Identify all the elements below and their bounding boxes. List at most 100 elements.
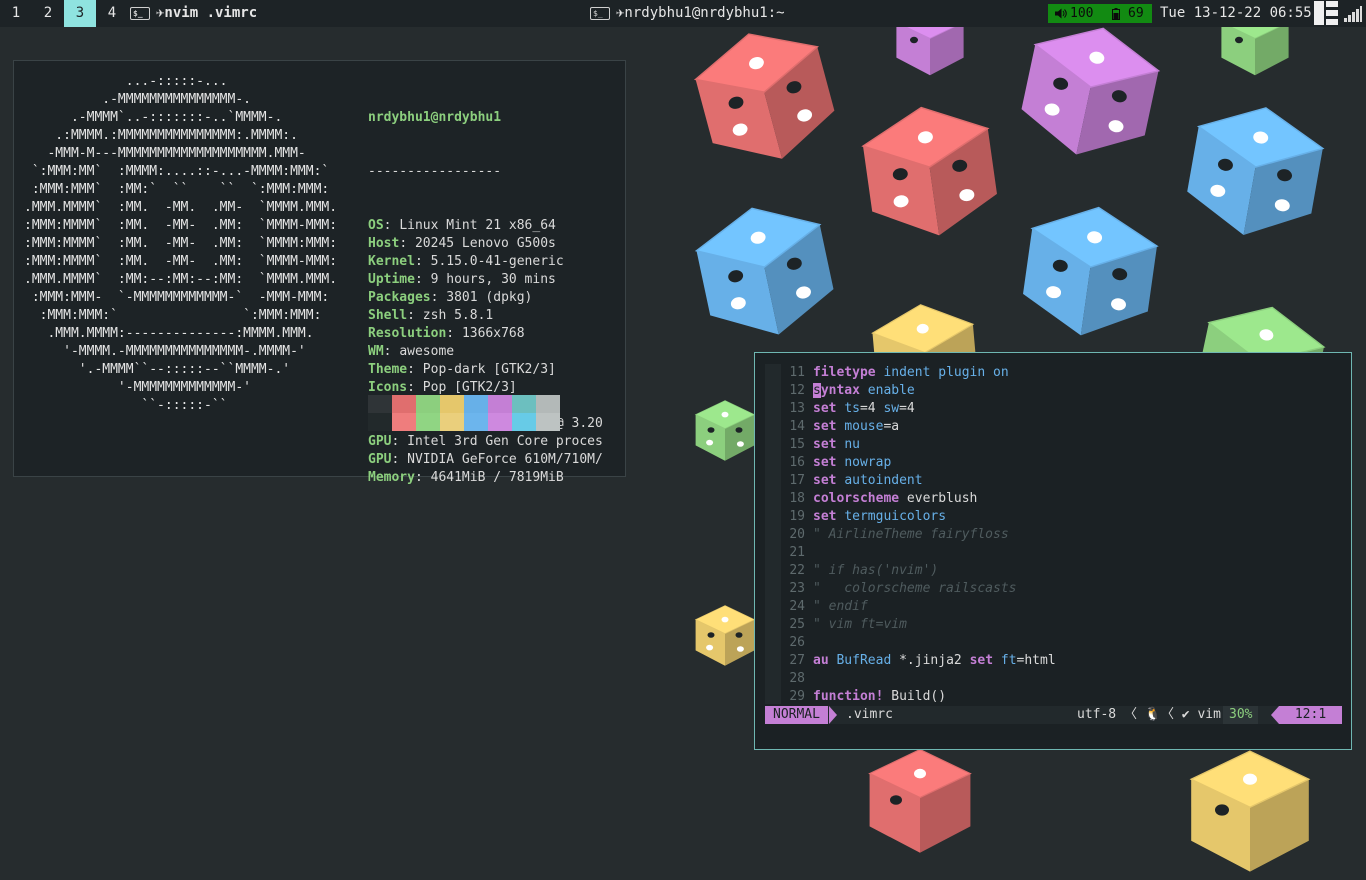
code-token: =a: [883, 419, 900, 434]
info-row: WM: awesome: [368, 344, 455, 359]
battery-icon: [1112, 8, 1120, 20]
palette-swatch: [368, 413, 392, 431]
code-token: =4: [859, 401, 884, 416]
line-number: 16: [789, 455, 805, 470]
workspace-tag-2[interactable]: 2: [32, 0, 64, 27]
code-token: " colorscheme railscasts: [813, 581, 1017, 596]
code-token: indent plugin on: [883, 365, 1009, 380]
palette-swatch: [392, 395, 416, 413]
code-token: function!: [813, 689, 884, 704]
code-token: termguicolors: [844, 509, 947, 524]
line-number: 24: [789, 599, 805, 614]
code-line[interactable]: 13 set ts=4 sw=4: [781, 400, 915, 418]
tasklist-item[interactable]: $_ ✈nvim .vimrc: [130, 0, 257, 27]
line-number: 21: [789, 545, 805, 560]
top-panel: 1 2 3 4 $_ ✈nvim .vimrc $_ ✈nrdybhu1@nrdyb…: [0, 0, 1366, 27]
info-row: Host: 20245 Lenovo G500s: [368, 236, 556, 251]
code-line[interactable]: 19 set termguicolors: [781, 508, 946, 526]
ascii-logo-line: '.-MMMM``--:::::--``MMMM-.': [24, 362, 291, 377]
info-value: 5.15.0-41-generic: [430, 254, 564, 269]
code-token: *.jinja2: [891, 653, 970, 668]
ascii-logo-line: -MMM-M---MMMMMMMMMMMMMMMMMMM.MMM-: [24, 146, 306, 161]
code-line[interactable]: 17 set autoindent: [781, 472, 922, 490]
line-number: 17: [789, 473, 805, 488]
code-line[interactable]: 25 " vim ft=vim: [781, 616, 907, 634]
speaker-icon: [1055, 8, 1067, 19]
code-token: s: [813, 383, 821, 398]
code-token: =html: [1016, 653, 1056, 668]
clock[interactable]: Tue 13-12-22 06:55: [1160, 0, 1312, 27]
code-line[interactable]: 20 " AirlineTheme fairyfloss: [781, 526, 1008, 544]
code-line[interactable]: 21: [781, 544, 813, 562]
code-line[interactable]: 14 set mouse=a: [781, 418, 899, 436]
code-line[interactable]: 12 syntax enable: [781, 382, 915, 400]
info-row: GPU: NVIDIA GeForce 610M/710M/: [368, 452, 603, 467]
code-token: mouse: [844, 419, 884, 434]
info-value: 4641MiB / 7819MiB: [430, 470, 564, 485]
line-number: 19: [789, 509, 805, 524]
statusline-filetype-info: utf-8 〈 🐧〈 ✔ vim: [1077, 707, 1221, 722]
code-line[interactable]: 27 au BufRead *.jinja2 set ft=html: [781, 652, 1056, 670]
volume-battery-widget[interactable]: 100 69: [1048, 4, 1152, 23]
info-key: Packages: [368, 290, 431, 305]
info-key: Kernel: [368, 254, 415, 269]
code-line[interactable]: 11 filetype indent plugin on: [781, 364, 1009, 382]
layout-tile-icon[interactable]: [1314, 1, 1338, 25]
code-line[interactable]: 28: [781, 670, 813, 688]
ascii-logo-line: '-MMMM.-MMMMMMMMMMMMMMM-.MMMM-': [24, 344, 306, 359]
code-token: nu: [844, 437, 860, 452]
dice-wallpaper-icon: [861, 106, 997, 236]
palette-swatch: [536, 395, 560, 413]
info-row: Theme: Pop-dark [GTK2/3]: [368, 362, 556, 377]
info-row: OS: Linux Mint 21 x86_64: [368, 218, 556, 233]
focused-window-title-text: ✈nrdybhu1@nrdybhu1:~: [616, 5, 785, 21]
neofetch-terminal-window[interactable]: ...-:::::-... .-MMMMMMMMMMMMMMM-. .-MMMM…: [13, 60, 626, 485]
info-key: Shell: [368, 308, 408, 323]
line-number: 22: [789, 563, 805, 578]
volume-level: 100: [1070, 6, 1094, 21]
info-key: WM: [368, 344, 384, 359]
dice-wallpaper-icon: [1021, 27, 1161, 155]
code-token: =4: [899, 401, 915, 416]
info-value: 1366x768: [461, 326, 525, 341]
dice-wallpaper-icon: [1187, 107, 1325, 235]
ascii-logo-line: .-MMMM`..-:::::::-..`MMMM-.: [24, 110, 283, 125]
code-line[interactable]: 22 " if has('nvim'): [781, 562, 938, 580]
workspace-tag-1[interactable]: 1: [0, 0, 32, 27]
palette-swatch: [512, 413, 536, 431]
dice-wallpaper-icon: [693, 33, 835, 159]
network-signal-icon[interactable]: [1344, 6, 1362, 22]
info-key: Memory: [368, 470, 415, 485]
code-token: ts: [844, 401, 860, 416]
code-line[interactable]: 18 colorscheme everblush: [781, 490, 977, 508]
code-token: sw: [883, 401, 900, 416]
terminal-icon: $_: [130, 6, 150, 20]
info-row: Resolution: 1366x768: [368, 326, 525, 341]
workspace-tag-4[interactable]: 4: [96, 0, 128, 27]
nvim-terminal-window[interactable]: 11 filetype indent plugin on 12 syntax enab…: [754, 352, 1352, 750]
code-token: set: [813, 437, 837, 452]
info-value: awesome: [399, 344, 455, 359]
code-line[interactable]: 15 set nu: [781, 436, 860, 454]
mode-separator: [829, 706, 837, 724]
info-row: Uptime: 9 hours, 30 mins: [368, 272, 556, 287]
code-line[interactable]: 23 " colorscheme railscasts: [781, 580, 1017, 598]
palette-swatch: [368, 395, 392, 413]
info-value: Pop-dark [GTK2/3]: [422, 362, 556, 377]
info-key: Resolution: [368, 326, 447, 341]
workspace-tag-3[interactable]: 3: [64, 0, 96, 27]
code-line[interactable]: 26: [781, 634, 813, 652]
code-line[interactable]: 24 " endif: [781, 598, 868, 616]
code-line[interactable]: 16 set nowrap: [781, 454, 891, 472]
line-number: 25: [789, 617, 805, 632]
info-value: 9 hours, 30 mins: [430, 272, 556, 287]
code-token: " endif: [813, 599, 868, 614]
focused-window-title: $_ ✈nrdybhu1@nrdybhu1:~: [590, 0, 785, 27]
palette-swatch: [536, 413, 560, 431]
code-line[interactable]: 29 function! Build(): [781, 688, 946, 706]
info-value: zsh 5.8.1: [422, 308, 494, 323]
color-palette: [368, 395, 560, 431]
palette-swatch: [464, 413, 488, 431]
ascii-logo-line: ...-:::::-...: [24, 74, 228, 89]
